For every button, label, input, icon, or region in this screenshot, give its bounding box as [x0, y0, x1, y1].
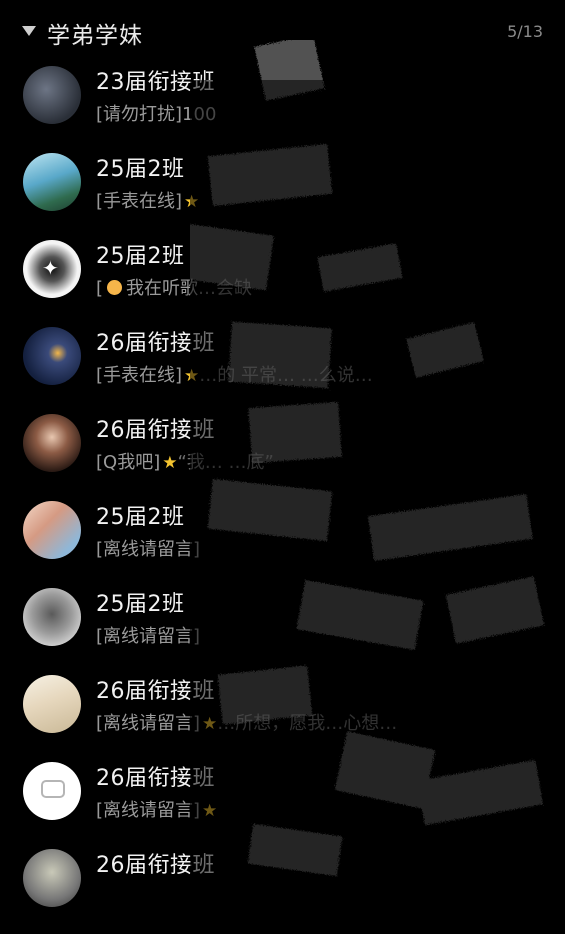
- avatar[interactable]: [23, 414, 81, 472]
- contact-name: 25届2班: [96, 505, 185, 530]
- contact-name: 26届衔接班: [96, 418, 215, 443]
- status-text: [手表在线]: [96, 365, 183, 386]
- status-tail: …的 平常… …么说…: [199, 365, 373, 386]
- contact-row[interactable]: 26届衔接班 [离线请留言] ★: [0, 760, 565, 847]
- contact-row[interactable]: 25届2班 [离线请留言]: [0, 586, 565, 673]
- contact-status: [离线请留言]: [96, 622, 200, 648]
- avatar[interactable]: [23, 66, 81, 124]
- contact-name: 26届衔接班: [96, 331, 215, 356]
- contact-list: 23届衔接班 [请勿打扰]100 25届2班 [手表在线] ★ ✦ 25届2班 […: [0, 64, 565, 934]
- status-tail: …所想，愿我…心想…: [217, 713, 398, 734]
- avatar[interactable]: [23, 153, 81, 211]
- contact-name: 26届衔接班: [96, 853, 215, 878]
- star-icon: ★: [184, 366, 200, 386]
- contact-row[interactable]: 25届2班 [离线请留言]: [0, 499, 565, 586]
- contact-row[interactable]: 26届衔接班 [离线请留言] ★…所想，愿我…心想…: [0, 673, 565, 760]
- group-count: 5/13: [507, 22, 543, 41]
- status-text: [离线请留言]: [96, 800, 201, 821]
- star-icon: ★: [184, 192, 200, 212]
- status-text: [Q我吧]: [96, 452, 161, 473]
- contact-name: 23届衔接班: [96, 70, 215, 95]
- contact-name: 26届衔接班: [96, 766, 215, 791]
- contact-status: [离线请留言]: [96, 535, 200, 561]
- contact-status: [ 我在听歌…会缺: [96, 274, 252, 300]
- avatar[interactable]: [23, 327, 81, 385]
- contact-row[interactable]: 23届衔接班 [请勿打扰]100: [0, 64, 565, 151]
- avatar[interactable]: [23, 588, 81, 646]
- status-text: [离线请留言]: [96, 539, 201, 560]
- avatar[interactable]: [23, 849, 81, 907]
- contact-status: [请勿打扰]100: [96, 100, 216, 126]
- contact-row[interactable]: 26届衔接班 [手表在线] ★…的 平常… …么说…: [0, 325, 565, 412]
- avatar[interactable]: ✦: [23, 240, 81, 298]
- group-header[interactable]: 学弟学妹 5/13: [0, 0, 565, 64]
- avatar[interactable]: [23, 501, 81, 559]
- smile-emoji-icon: [107, 280, 123, 295]
- contact-name: 25届2班: [96, 592, 185, 617]
- contact-name: 25届2班: [96, 244, 185, 269]
- status-text: 我在听歌: [126, 278, 199, 299]
- contact-row[interactable]: 26届衔接班: [0, 847, 565, 934]
- contact-status: [离线请留言] ★: [96, 796, 217, 822]
- status-text: [: [96, 278, 104, 299]
- contact-row[interactable]: ✦ 25届2班 [ 我在听歌…会缺: [0, 238, 565, 325]
- status-text: [手表在线]: [96, 191, 183, 212]
- contact-name: 26届衔接班: [96, 679, 215, 704]
- star-icon: ★: [202, 801, 218, 821]
- star-icon: ★: [162, 453, 178, 473]
- contact-status: [Q我吧] ★“我… …底”: [96, 448, 274, 474]
- group-title: 学弟学妹: [47, 23, 143, 49]
- avatar[interactable]: [23, 675, 81, 733]
- avatar[interactable]: [23, 762, 81, 820]
- status-tail: …会缺: [198, 278, 253, 299]
- status-text: [离线请留言]: [96, 626, 201, 647]
- status-text: [离线请留言]: [96, 713, 201, 734]
- chat-bubble-icon: [41, 780, 65, 798]
- caret-down-icon[interactable]: [22, 26, 36, 36]
- contact-row[interactable]: 26届衔接班 [Q我吧] ★“我… …底”: [0, 412, 565, 499]
- contact-name: 25届2班: [96, 157, 185, 182]
- status-tail: “我… …底”: [177, 452, 274, 473]
- butterfly-icon: ✦: [42, 256, 59, 280]
- star-icon: ★: [202, 714, 218, 734]
- contact-status: [手表在线] ★: [96, 187, 199, 213]
- contact-status: [离线请留言] ★…所想，愿我…心想…: [96, 709, 397, 735]
- contact-status: [手表在线] ★…的 平常… …么说…: [96, 361, 373, 387]
- contact-row[interactable]: 25届2班 [手表在线] ★: [0, 151, 565, 238]
- status-text: [请勿打扰]100: [96, 104, 217, 125]
